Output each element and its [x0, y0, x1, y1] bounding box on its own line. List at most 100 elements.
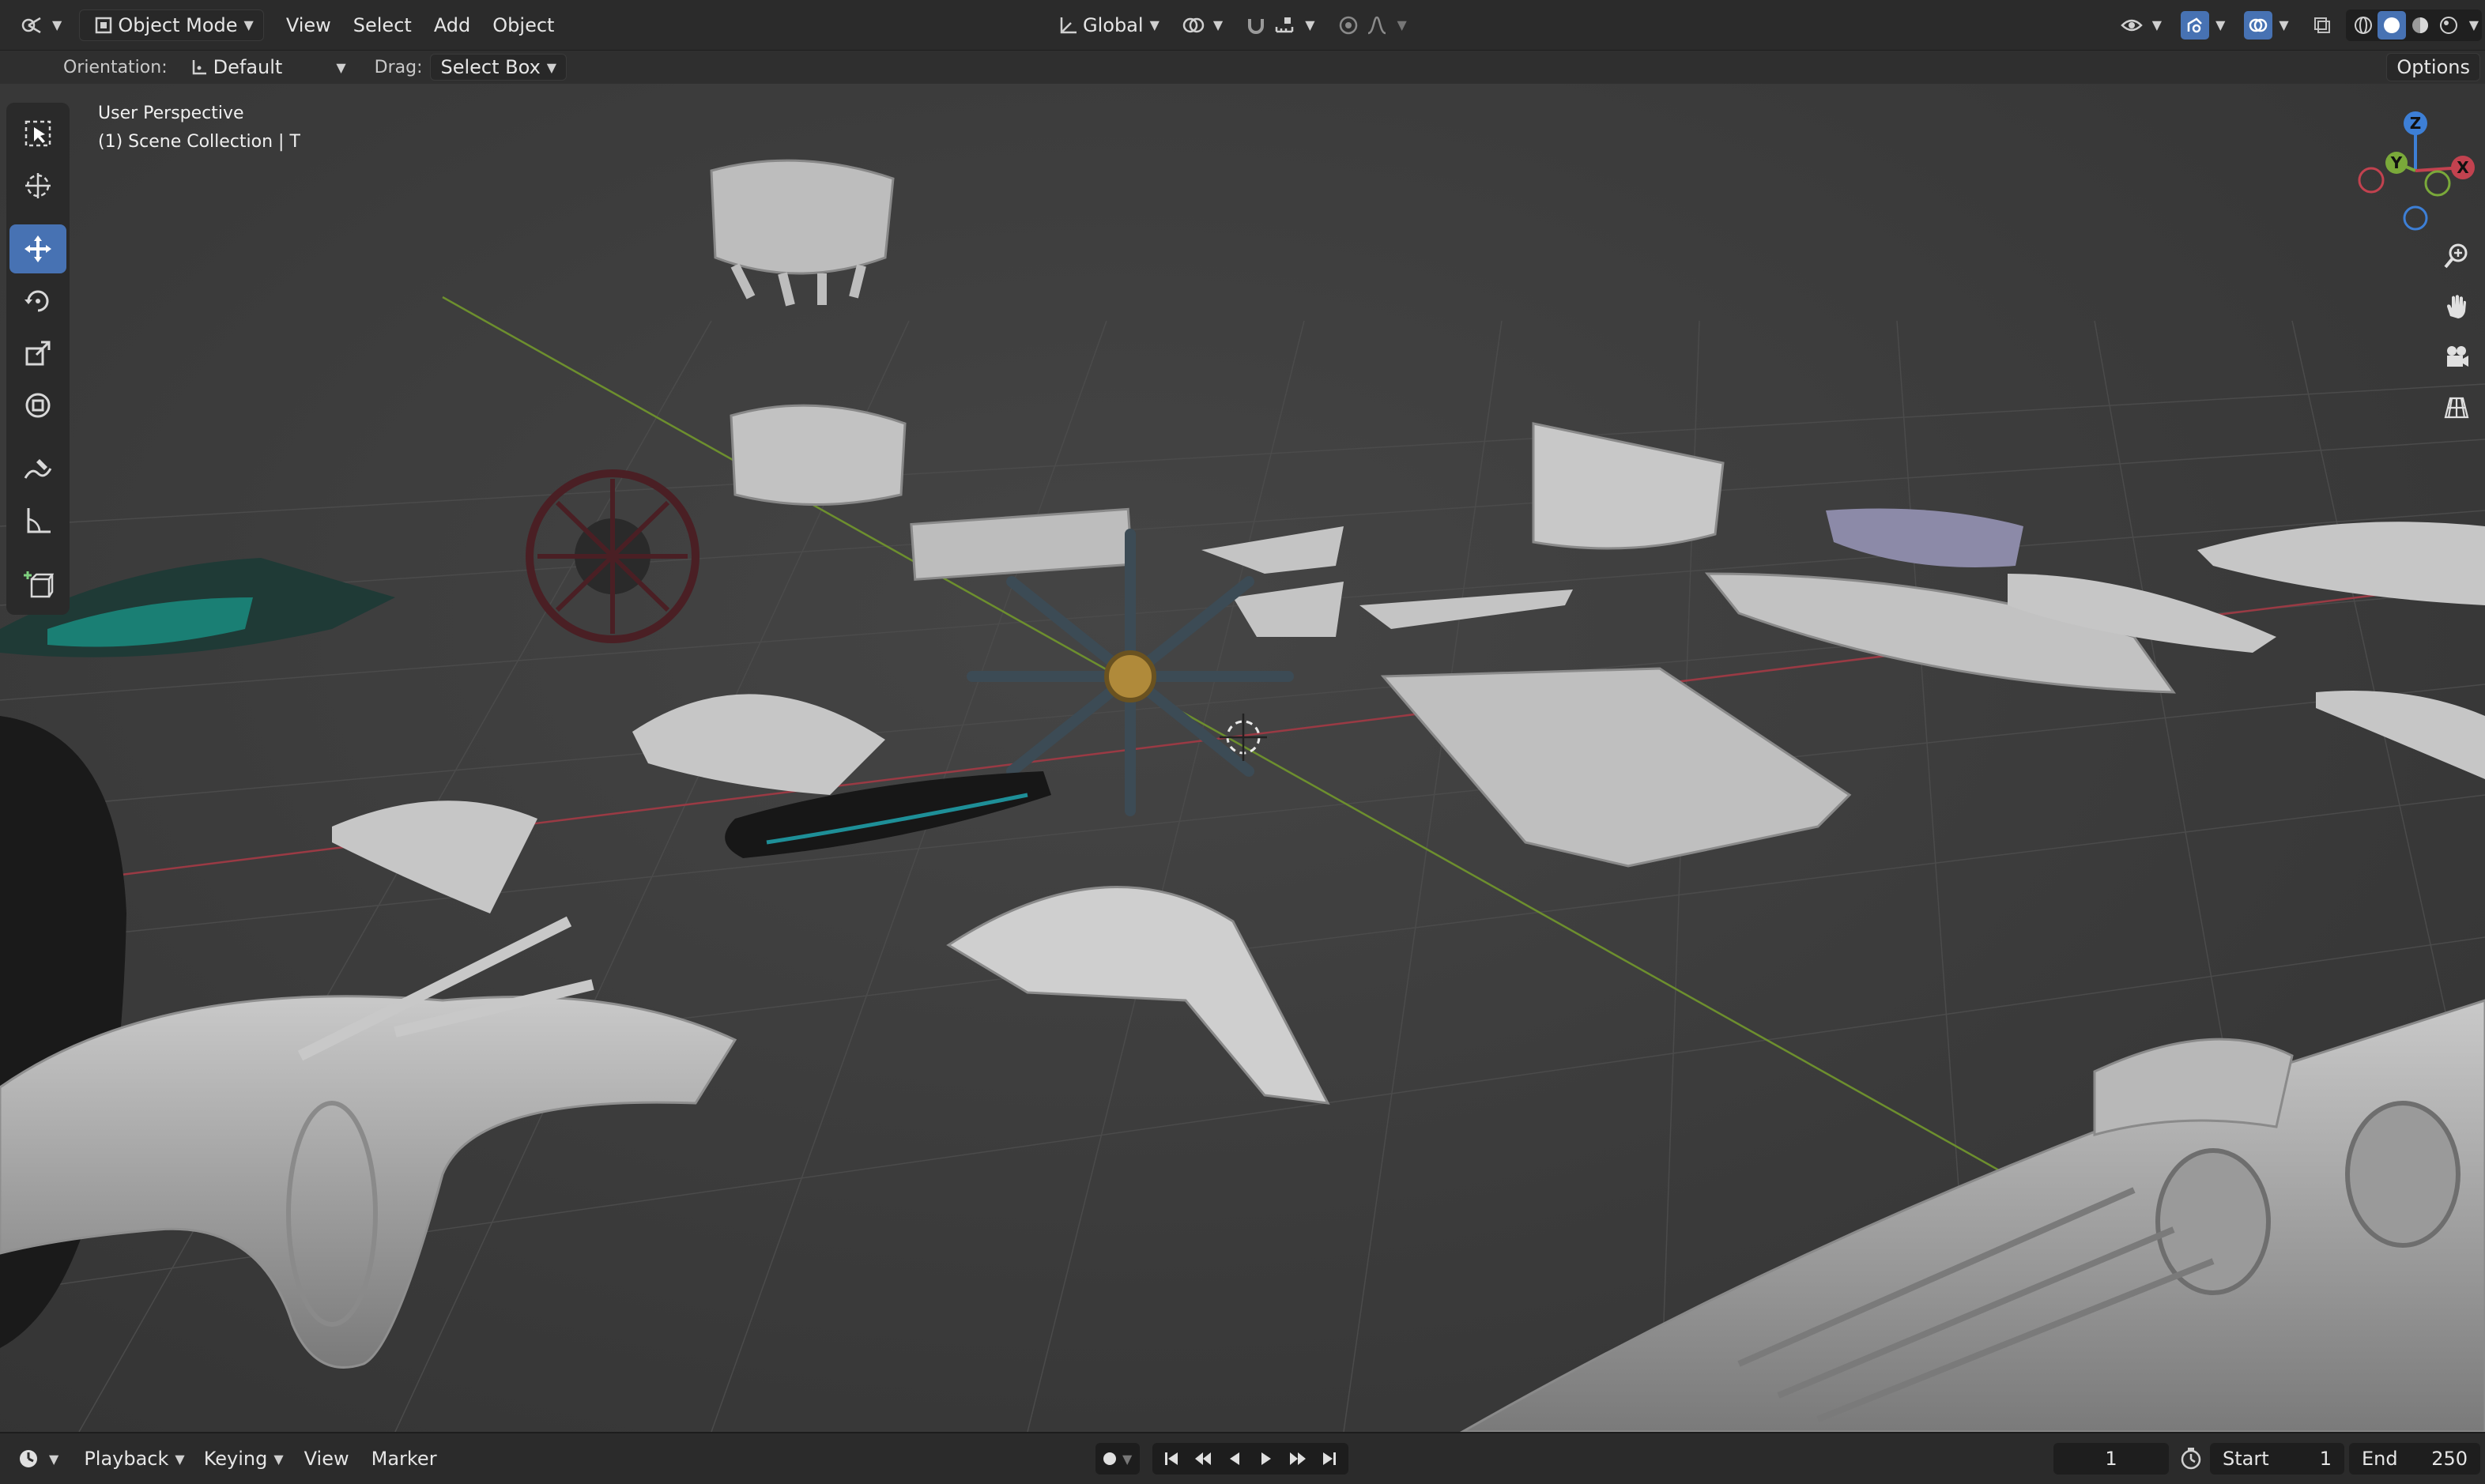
3d-viewport[interactable]: User Perspective (1) Scene Collection | …	[0, 84, 2485, 1432]
rotate-icon	[25, 290, 49, 312]
menu-object[interactable]: Object	[481, 14, 565, 36]
material-preview-icon[interactable]	[2406, 11, 2434, 40]
chevron-down-icon: ▼	[243, 17, 254, 32]
clock-icon	[14, 1444, 43, 1473]
gizmo-toggle[interactable]: ▼	[2171, 9, 2234, 41]
current-frame-field[interactable]: 1	[2053, 1443, 2169, 1475]
play-reverse-icon[interactable]	[1220, 1444, 1249, 1473]
hand-icon	[2447, 295, 2466, 318]
gizmo-neg-x[interactable]	[2358, 167, 2385, 194]
timeline-marker-menu[interactable]: Marker	[360, 1448, 448, 1470]
tool-shelf	[6, 103, 70, 615]
spaceship-models[interactable]	[0, 159, 2485, 1432]
cursor-icon	[25, 173, 51, 198]
transform-orientation-dropdown[interactable]: Global ▼	[1045, 9, 1169, 41]
overlays-toggle[interactable]: ▼	[2234, 9, 2298, 41]
editor-type-button[interactable]: ▼	[8, 9, 71, 41]
move-icon	[25, 235, 51, 262]
grid-perspective-icon	[2444, 397, 2469, 419]
menu-add[interactable]: Add	[423, 14, 481, 36]
snap-toggle[interactable]: ▼	[1232, 9, 1324, 41]
add-cube-icon	[24, 571, 54, 598]
select-box-tool[interactable]	[9, 109, 66, 158]
start-frame-field[interactable]: Start 1	[2210, 1443, 2344, 1475]
mode-label: Object Mode	[118, 13, 238, 36]
auto-keying-toggle[interactable]: ▼	[1095, 1443, 1141, 1475]
visibility-dropdown[interactable]: ▼	[2108, 9, 2171, 41]
jump-to-end-icon[interactable]	[1315, 1444, 1344, 1473]
viewport-info: User Perspective (1) Scene Collection | …	[98, 100, 300, 156]
header-menus: View Select Add Object	[275, 14, 566, 36]
options-label: Options	[2396, 56, 2470, 78]
add-cube-tool[interactable]	[9, 559, 66, 608]
next-keyframe-icon[interactable]	[1284, 1444, 1312, 1473]
measure-tool[interactable]	[9, 496, 66, 545]
chevron-down-icon: ▼	[1122, 1451, 1133, 1467]
current-frame-value: 1	[2105, 1448, 2117, 1470]
shading-modes: ▼	[2345, 9, 2482, 41]
chevron-down-icon: ▼	[1212, 17, 1224, 32]
camera-icon	[2447, 346, 2468, 367]
navigation-gizmo[interactable]: Z Y X	[2352, 100, 2479, 234]
zoom-icon	[2444, 243, 2468, 269]
gizmo-x-label: X	[2457, 158, 2469, 177]
end-frame-field[interactable]: End 250	[2349, 1443, 2480, 1475]
transform-tool[interactable]	[9, 381, 66, 430]
gizmo-icon	[2181, 10, 2210, 40]
select-box-icon	[25, 120, 51, 147]
options-dropdown[interactable]: Options	[2386, 53, 2480, 81]
chevron-down-icon[interactable]: ▼	[2469, 17, 2479, 32]
chevron-down-icon: ▼	[52, 17, 62, 32]
keying-menu[interactable]: Keying ▼	[194, 1443, 293, 1475]
drag-dropdown[interactable]: Select Box ▼	[430, 54, 568, 81]
orientation-value: Default	[213, 56, 283, 78]
proportional-edit-icon	[1334, 11, 1363, 40]
pivot-icon	[1178, 11, 1207, 40]
scale-icon	[25, 341, 51, 366]
header-right-controls: ▼ ▼ ▼ ▼	[2108, 9, 2482, 41]
chevron-down-icon: ▼	[273, 1451, 284, 1467]
gizmo-neg-y[interactable]	[2424, 170, 2451, 197]
timeline-editor-type[interactable]: ▼	[5, 1443, 68, 1475]
timeline-header: ▼ Playback ▼ Keying ▼ View Marker ▼ 1 St…	[0, 1432, 2485, 1484]
start-value: 1	[2319, 1448, 2332, 1470]
mode-selector[interactable]: Object Mode ▼	[79, 9, 264, 41]
perspective-toggle-button[interactable]	[2434, 386, 2479, 430]
menu-view[interactable]: View	[275, 14, 342, 36]
camera-view-button[interactable]	[2434, 335, 2479, 379]
pivot-point-dropdown[interactable]: ▼	[1169, 9, 1232, 41]
snap-increment-icon	[1270, 11, 1299, 40]
start-label: Start	[2223, 1448, 2269, 1470]
cursor-tool[interactable]	[9, 161, 66, 210]
gizmo-neg-z[interactable]	[2403, 205, 2428, 231]
rendered-shading-icon[interactable]	[2434, 11, 2463, 40]
scale-tool[interactable]	[9, 329, 66, 378]
annotate-tool[interactable]	[9, 444, 66, 493]
chevron-down-icon: ▼	[336, 59, 346, 75]
menu-select[interactable]: Select	[342, 14, 423, 36]
jump-to-start-icon[interactable]	[1157, 1444, 1186, 1473]
collection-info: (1) Scene Collection | T	[98, 132, 300, 152]
timeline-view-menu[interactable]: View	[293, 1448, 360, 1470]
playback-controls: ▼	[1095, 1443, 1349, 1475]
proportional-edit-toggle[interactable]: ▼	[1325, 9, 1416, 41]
previous-keyframe-icon[interactable]	[1189, 1444, 1217, 1473]
chevron-down-icon: ▼	[1305, 17, 1315, 32]
playback-label: Playback	[84, 1448, 169, 1470]
zoom-button[interactable]	[2434, 234, 2479, 278]
xray-toggle[interactable]	[2298, 9, 2346, 41]
eye-icon	[2117, 11, 2146, 40]
preview-range-icon[interactable]	[2177, 1444, 2205, 1473]
playback-menu[interactable]: Playback ▼	[74, 1443, 194, 1475]
orientation-dropdown[interactable]: Default ▼	[175, 54, 356, 81]
pan-button[interactable]	[2434, 284, 2479, 329]
chevron-down-icon: ▼	[1397, 17, 1407, 32]
transform-orientation-label: Global	[1083, 13, 1144, 36]
solid-shading-icon[interactable]	[2377, 10, 2406, 40]
rotate-tool[interactable]	[9, 277, 66, 326]
move-tool[interactable]	[9, 224, 66, 273]
wireframe-shading-icon[interactable]	[2349, 11, 2378, 40]
play-icon[interactable]	[1252, 1444, 1280, 1473]
measure-icon	[27, 508, 51, 533]
overlays-icon	[2244, 10, 2273, 40]
